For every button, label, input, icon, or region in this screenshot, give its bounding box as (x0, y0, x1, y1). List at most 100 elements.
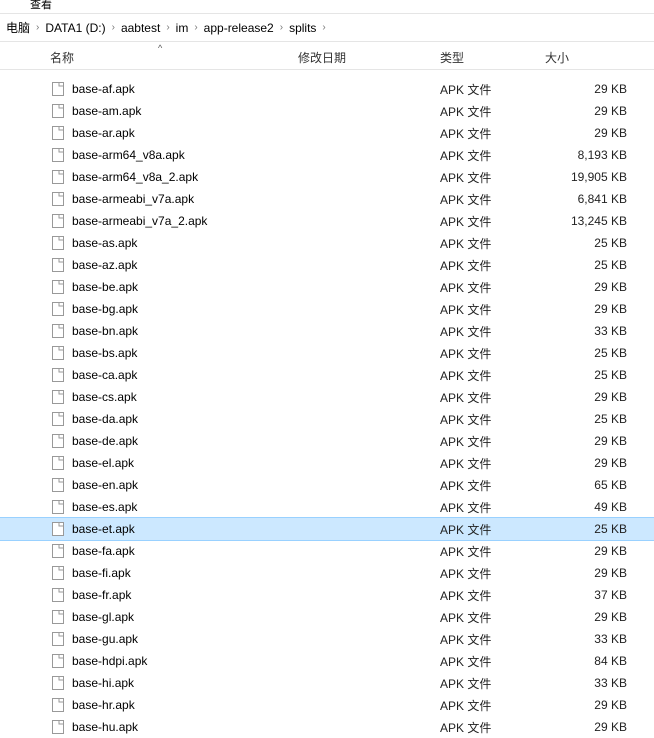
file-icon (50, 191, 66, 207)
file-name: base-hr.apk (72, 698, 298, 712)
file-icon (50, 257, 66, 273)
file-row[interactable]: base-cs.apkAPK 文件29 KB (0, 386, 654, 408)
file-icon (50, 301, 66, 317)
file-icon (50, 477, 66, 493)
file-name: base-af.apk (72, 82, 298, 96)
file-type: APK 文件 (440, 257, 545, 274)
file-row[interactable]: base-en.apkAPK 文件65 KB (0, 474, 654, 496)
file-row[interactable]: base-fr.apkAPK 文件37 KB (0, 584, 654, 606)
file-icon (50, 411, 66, 427)
file-size: 37 KB (545, 588, 633, 602)
file-type: APK 文件 (440, 719, 545, 736)
file-row[interactable]: base-be.apkAPK 文件29 KB (0, 276, 654, 298)
file-name: base-bg.apk (72, 302, 298, 316)
file-size: 29 KB (545, 82, 633, 96)
file-row[interactable]: base-fa.apkAPK 文件29 KB (0, 540, 654, 562)
file-row[interactable]: base-hi.apkAPK 文件33 KB (0, 672, 654, 694)
file-name: base-da.apk (72, 412, 298, 426)
breadcrumb-item[interactable]: im (174, 21, 191, 35)
file-name: base-arm64_v8a_2.apk (72, 170, 298, 184)
chevron-right-icon: › (32, 22, 43, 33)
file-name: base-hi.apk (72, 676, 298, 690)
file-size: 25 KB (545, 368, 633, 382)
file-size: 25 KB (545, 258, 633, 272)
file-row[interactable]: base-az.apk APK 文件25 KB (0, 254, 654, 276)
file-icon (50, 147, 66, 163)
file-name: base-et.apk (72, 522, 298, 536)
file-name: base-en.apk (72, 478, 298, 492)
file-row[interactable]: base-fi.apkAPK 文件29 KB (0, 562, 654, 584)
file-row[interactable]: base-bg.apkAPK 文件29 KB (0, 298, 654, 320)
file-icon (50, 389, 66, 405)
chevron-right-icon: › (190, 22, 201, 33)
file-type: APK 文件 (440, 389, 545, 406)
breadcrumb-item[interactable]: splits (287, 21, 318, 35)
breadcrumb-item[interactable]: DATA1 (D:) (43, 21, 107, 35)
file-row[interactable]: base-el.apkAPK 文件29 KB (0, 452, 654, 474)
breadcrumb-item[interactable]: 电脑 (4, 19, 32, 36)
sort-ascending-icon: ^ (158, 43, 162, 53)
file-type: APK 文件 (440, 411, 545, 428)
file-row[interactable]: base-gl.apkAPK 文件29 KB (0, 606, 654, 628)
file-icon (50, 279, 66, 295)
file-type: APK 文件 (440, 213, 545, 230)
file-name: base-armeabi_v7a_2.apk (72, 214, 298, 228)
file-name: base-az.apk (72, 258, 298, 272)
file-name: base-fa.apk (72, 544, 298, 558)
file-type: APK 文件 (440, 125, 545, 142)
file-row[interactable]: base-da.apkAPK 文件25 KB (0, 408, 654, 430)
breadcrumb-item[interactable]: aabtest (119, 21, 162, 35)
file-row[interactable]: base-armeabi_v7a.apkAPK 文件6,841 KB (0, 188, 654, 210)
file-icon (50, 433, 66, 449)
file-row[interactable]: base-af.apkAPK 文件29 KB (0, 78, 654, 100)
file-row[interactable]: base-arm64_v8a_2.apkAPK 文件19,905 KB (0, 166, 654, 188)
toolbar-tab-label: 查看 (30, 0, 52, 11)
file-size: 29 KB (545, 302, 633, 316)
breadcrumb[interactable]: 电脑›DATA1 (D:)›aabtest›im›app-release2›sp… (0, 14, 654, 42)
file-row[interactable]: base-de.apkAPK 文件29 KB (0, 430, 654, 452)
file-row[interactable]: base-hr.apk APK 文件29 KB (0, 694, 654, 716)
column-headers: 名称 ^ 修改日期 类型 大小 (0, 42, 654, 70)
file-row[interactable]: base-ca.apkAPK 文件25 KB (0, 364, 654, 386)
column-header-type[interactable]: 类型 (440, 49, 545, 66)
file-icon (50, 213, 66, 229)
file-icon (50, 521, 66, 537)
file-name: base-hdpi.apk (72, 654, 298, 668)
file-type: APK 文件 (440, 565, 545, 582)
file-size: 25 KB (545, 346, 633, 360)
file-row[interactable]: base-as.apkAPK 文件25 KB (0, 232, 654, 254)
file-type: APK 文件 (440, 235, 545, 252)
file-name: base-ca.apk (72, 368, 298, 382)
file-row[interactable]: base-arm64_v8a.apkAPK 文件8,193 KB (0, 144, 654, 166)
file-icon (50, 609, 66, 625)
file-row[interactable]: base-armeabi_v7a_2.apkAPK 文件13,245 KB (0, 210, 654, 232)
file-size: 84 KB (545, 654, 633, 668)
file-row[interactable]: base-gu.apkAPK 文件33 KB (0, 628, 654, 650)
file-row[interactable]: base-et.apkAPK 文件25 KB (0, 518, 654, 540)
file-icon (50, 697, 66, 713)
file-size: 29 KB (545, 698, 633, 712)
file-row[interactable]: base-hu.apkAPK 文件29 KB (0, 716, 654, 738)
file-row[interactable]: base-hdpi.apkAPK 文件84 KB (0, 650, 654, 672)
file-type: APK 文件 (440, 455, 545, 472)
file-row[interactable]: base-bn.apkAPK 文件33 KB (0, 320, 654, 342)
file-type: APK 文件 (440, 697, 545, 714)
file-type: APK 文件 (440, 609, 545, 626)
file-icon (50, 103, 66, 119)
file-name: base-am.apk (72, 104, 298, 118)
file-name: base-cs.apk (72, 390, 298, 404)
file-type: APK 文件 (440, 345, 545, 362)
file-row[interactable]: base-bs.apkAPK 文件25 KB (0, 342, 654, 364)
file-row[interactable]: base-am.apkAPK 文件29 KB (0, 100, 654, 122)
column-header-name[interactable]: 名称 ^ (0, 49, 298, 66)
file-type: APK 文件 (440, 499, 545, 516)
file-row[interactable]: base-es.apkAPK 文件49 KB (0, 496, 654, 518)
column-header-date[interactable]: 修改日期 (298, 49, 440, 66)
chevron-right-icon: › (276, 22, 287, 33)
breadcrumb-item[interactable]: app-release2 (202, 21, 276, 35)
file-row[interactable]: base-ar.apkAPK 文件29 KB (0, 122, 654, 144)
column-header-type-label: 类型 (440, 51, 464, 65)
chevron-right-icon: › (108, 22, 119, 33)
column-header-size[interactable]: 大小 (545, 49, 654, 66)
file-list: base-af.apkAPK 文件29 KBbase-am.apkAPK 文件2… (0, 70, 654, 738)
